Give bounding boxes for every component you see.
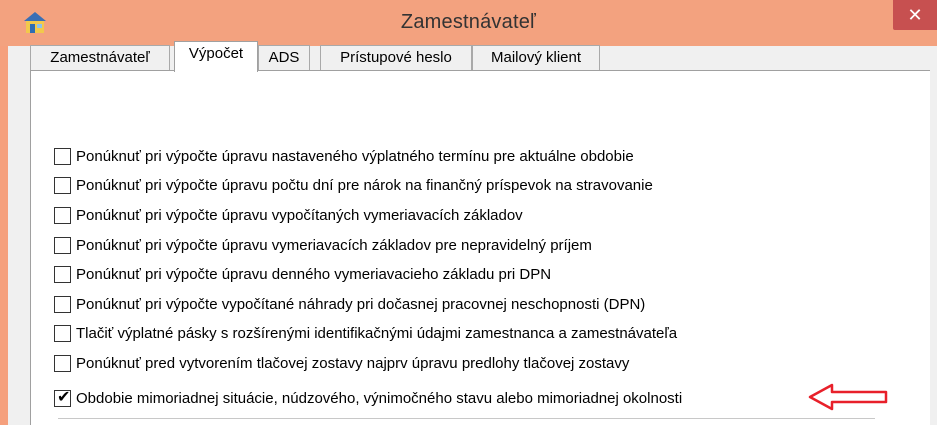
window-title: Zamestnávateľ <box>400 11 537 33</box>
close-button[interactable]: ✕ <box>893 0 937 30</box>
checkbox[interactable] <box>54 266 71 283</box>
tab-zamestnavatel[interactable]: Zamestnávateľ <box>30 45 170 71</box>
option-label: Obdobie mimoriadnej situácie, núdzového,… <box>76 390 683 407</box>
tab-ads[interactable]: ADS <box>258 45 310 71</box>
checkbox[interactable] <box>54 296 71 313</box>
option-label: Ponúknuť pri výpočte vypočítané náhrady … <box>76 296 646 313</box>
option-label: Ponúknuť pri výpočte úpravu denného vyme… <box>76 266 552 283</box>
option-label: Tlačiť výplatné pásky s rozšírenými iden… <box>76 325 678 342</box>
option-label: Ponúknuť pred vytvorením tlačovej zostav… <box>76 355 630 372</box>
checkmark-icon: ✔ <box>57 389 71 406</box>
left-arrow-icon <box>808 383 888 411</box>
checkbox[interactable] <box>54 207 71 224</box>
checkbox[interactable] <box>54 148 71 165</box>
tab-pristupove-heslo[interactable]: Prístupové heslo <box>320 45 472 71</box>
tab-label: Prístupové heslo <box>340 49 452 66</box>
tab-mailovy-klient[interactable]: Mailový klient <box>472 45 600 71</box>
tab-label: Výpočet <box>188 45 244 62</box>
checkbox[interactable] <box>54 237 71 254</box>
option-label: Ponúknuť pri výpočte úpravu nastaveného … <box>76 148 634 165</box>
checkbox-checked[interactable]: ✔ <box>54 389 71 407</box>
tab-label: Zamestnávateľ <box>50 49 150 66</box>
option-label: Ponúknuť pri výpočte úpravu počtu dní pr… <box>76 177 653 194</box>
option-label: Ponúknuť pri výpočte úpravu vypočítaných… <box>76 207 523 224</box>
tab-label: Mailový klient <box>490 49 582 66</box>
option-label: Ponúknuť pri výpočte úpravu vymeriavacíc… <box>76 237 592 254</box>
dialog-window: Zamestnávateľ ✕ Zamestnávateľ Výpočet AD… <box>0 0 937 425</box>
tab-vypocet[interactable]: Výpočet <box>174 41 258 72</box>
separator <box>58 418 875 419</box>
close-icon: ✕ <box>907 5 923 25</box>
checkbox[interactable] <box>54 325 71 342</box>
title-bar[interactable]: Zamestnávateľ ✕ <box>0 0 937 46</box>
checkbox[interactable] <box>54 355 71 372</box>
tab-label: ADS <box>268 49 300 66</box>
checkbox[interactable] <box>54 177 71 194</box>
